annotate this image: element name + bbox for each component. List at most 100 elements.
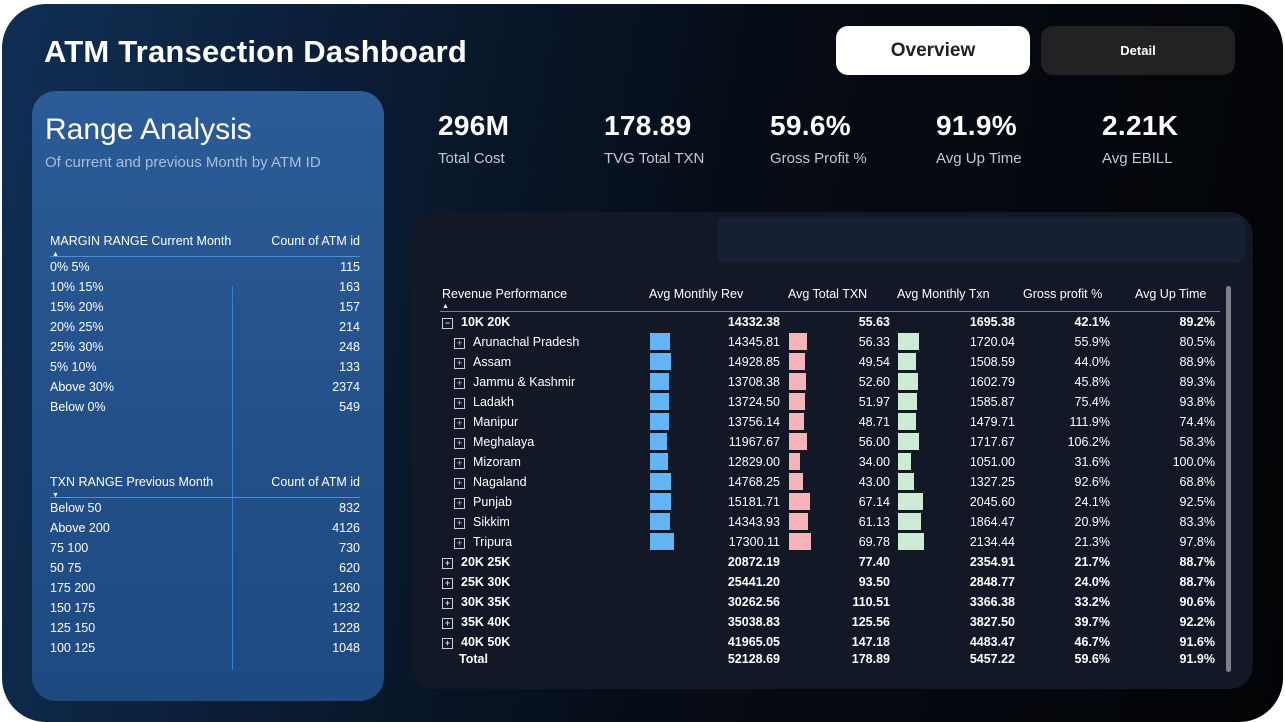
- range-label: 75 100: [50, 541, 89, 555]
- avg-txn-bar: [789, 513, 809, 530]
- range-analysis-panel: Range Analysis Of current and previous M…: [32, 91, 384, 701]
- range-row[interactable]: 75 100 730: [50, 538, 360, 558]
- margin-table-header: MARGIN RANGE Current Month Count of ATM …: [50, 234, 360, 258]
- matrix-child-row[interactable]: + Punjab 15181.71 67.14 2045.60 24.1% 92.5%: [440, 492, 1220, 512]
- expand-icon[interactable]: +: [454, 398, 465, 409]
- expand-icon[interactable]: +: [454, 358, 465, 369]
- txn-count-column-header[interactable]: Count of ATM id: [271, 475, 360, 489]
- avg-total-txn-cell: 67.14: [858, 495, 890, 509]
- range-label: 125 150: [50, 621, 96, 635]
- gross-profit-column-header[interactable]: Gross profit %: [1023, 287, 1102, 301]
- matrix-child-row[interactable]: + Mizoram 12829.00 34.00 1051.00 31.6% 100.0%: [440, 452, 1220, 472]
- row-label: + Arunachal Pradesh: [454, 335, 579, 349]
- range-label: 15% 20%: [50, 300, 104, 314]
- collapse-icon[interactable]: −: [442, 318, 453, 329]
- overview-button[interactable]: Overview: [836, 26, 1030, 75]
- matrix-child-row[interactable]: + Nagaland 14768.25 43.00 1327.25 92.6% 68.8%: [440, 472, 1220, 492]
- range-row[interactable]: 175 200 1260: [50, 578, 360, 598]
- range-count: 133: [339, 360, 360, 374]
- avg-rev-bar: [650, 473, 671, 490]
- avg-total-txn-column-header[interactable]: Avg Total TXN: [788, 287, 867, 301]
- matrix-child-row[interactable]: + Manipur 13756.14 48.71 1479.71 111.9% 74.4%: [440, 412, 1220, 432]
- range-row[interactable]: 25% 30% 248: [50, 337, 360, 357]
- avg-monthly-rev-column-header[interactable]: Avg Monthly Rev: [649, 287, 743, 301]
- expand-icon[interactable]: +: [454, 378, 465, 389]
- expand-icon[interactable]: +: [442, 638, 453, 649]
- margin-count-column-header[interactable]: Count of ATM id: [271, 234, 360, 248]
- range-row[interactable]: 50 75 620: [50, 558, 360, 578]
- expand-icon[interactable]: +: [454, 338, 465, 349]
- avg-monthly-txn-bar: [898, 533, 924, 550]
- avg-rev-bar: [650, 513, 670, 530]
- txn-range-column-header[interactable]: TXN RANGE Previous Month: [50, 475, 213, 489]
- avg-txn-bar: [789, 333, 807, 350]
- range-count: 1232: [332, 601, 360, 615]
- gross-profit-cell: 92.6%: [1074, 475, 1110, 489]
- range-row[interactable]: 15% 20% 157: [50, 297, 360, 317]
- row-label: + Punjab: [454, 495, 512, 509]
- matrix-child-row[interactable]: + Jammu & Kashmir 13708.38 52.60 1602.79 45.8…: [440, 372, 1220, 392]
- expand-icon[interactable]: +: [442, 558, 453, 569]
- avg-monthly-txn-bar: [898, 513, 921, 530]
- range-row[interactable]: 125 150 1228: [50, 618, 360, 638]
- range-row[interactable]: Below 50 832: [50, 498, 360, 518]
- row-name: Nagaland: [473, 475, 527, 489]
- expand-icon[interactable]: +: [454, 458, 465, 469]
- avg-monthly-rev-cell: 17300.11: [728, 535, 780, 549]
- matrix-group-row[interactable]: +30K 35K 30262.56 110.51 3366.38 33.2% 90.6%: [440, 592, 1220, 612]
- avg-monthly-txn-column-header[interactable]: Avg Monthly Txn: [897, 287, 990, 301]
- matrix-group-row[interactable]: +20K 25K 20872.19 77.40 2354.91 21.7% 88.7%: [440, 552, 1220, 572]
- expand-icon[interactable]: +: [454, 478, 465, 489]
- expand-icon[interactable]: +: [454, 438, 465, 449]
- matrix-child-row[interactable]: + Sikkim 14343.93 61.13 1864.47 20.9% 83.3%: [440, 512, 1220, 532]
- avg-monthly-txn-cell: 1602.79: [969, 375, 1015, 389]
- matrix-child-row[interactable]: + Arunachal Pradesh 14345.81 56.33 1720.04 55…: [440, 332, 1220, 352]
- matrix-group-row[interactable]: +40K 50K 41965.05 147.18 4483.47 46.7% 91.6%: [440, 632, 1220, 652]
- avg-monthly-rev-cell: 14343.93: [727, 515, 780, 529]
- matrix-child-row[interactable]: + Ladakh 13724.50 51.97 1585.87 75.4% 93.8%: [440, 392, 1220, 412]
- range-row[interactable]: Above 30% 2374: [50, 377, 360, 397]
- matrix-group-row[interactable]: +35K 40K 35038.83 125.56 3827.50 39.7% 92.2%: [440, 612, 1220, 632]
- detail-button[interactable]: Detail: [1041, 26, 1235, 75]
- avg-rev-bar: [650, 333, 670, 350]
- expand-icon[interactable]: +: [454, 538, 465, 549]
- range-row[interactable]: Below 0% 549: [50, 397, 360, 417]
- range-row[interactable]: 150 175 1232: [50, 598, 360, 618]
- row-name: Total: [459, 652, 488, 666]
- kpi-label: TVG Total TXN: [604, 150, 705, 167]
- gross-profit-cell: 111.9%: [1069, 415, 1110, 429]
- range-row[interactable]: 10% 15% 163: [50, 277, 360, 297]
- expand-icon[interactable]: +: [442, 618, 453, 629]
- expand-icon[interactable]: +: [454, 518, 465, 529]
- matrix-child-row[interactable]: + Meghalaya 11967.67 56.00 1717.67 106.2% 58.3…: [440, 432, 1220, 452]
- matrix-group-row[interactable]: −10K 20K 14332.38 55.63 1695.38 42.1% 89.2%: [440, 312, 1220, 332]
- range-row[interactable]: 100 125 1048: [50, 638, 360, 658]
- avg-monthly-txn-cell: 5457.22: [969, 652, 1015, 666]
- avg-up-time-cell: 88.7%: [1179, 575, 1215, 589]
- expand-icon[interactable]: +: [442, 598, 453, 609]
- margin-range-column-header[interactable]: MARGIN RANGE Current Month: [50, 234, 231, 248]
- range-label: 175 200: [50, 581, 96, 595]
- expand-icon[interactable]: +: [454, 498, 465, 509]
- row-name: Sikkim: [473, 515, 510, 529]
- matrix-scrollbar[interactable]: [1226, 286, 1231, 672]
- avg-up-time-column-header[interactable]: Avg Up Time: [1135, 287, 1206, 301]
- avg-total-txn-cell: 48.71: [858, 415, 890, 429]
- matrix-child-row[interactable]: + Assam 14928.85 49.54 1508.59 44.0% 88.9%: [440, 352, 1220, 372]
- expand-icon[interactable]: +: [454, 418, 465, 429]
- range-row[interactable]: 0% 5% 115: [50, 257, 360, 277]
- row-name: Tripura: [473, 535, 513, 549]
- revenue-performance-column-header[interactable]: Revenue Performance: [442, 287, 567, 301]
- expand-icon[interactable]: +: [442, 578, 453, 589]
- avg-up-time-cell: 58.3%: [1179, 435, 1215, 449]
- avg-monthly-txn-cell: 2848.77: [969, 575, 1015, 589]
- range-row[interactable]: 20% 25% 214: [50, 317, 360, 337]
- avg-total-txn-cell: 125.56: [851, 615, 890, 629]
- matrix-child-row[interactable]: + Tripura 17300.11 69.78 2134.44 21.3% 97.8%: [440, 532, 1220, 552]
- range-row[interactable]: 5% 10% 133: [50, 357, 360, 377]
- range-row[interactable]: Above 200 4126: [50, 518, 360, 538]
- avg-monthly-txn-bar: [898, 453, 911, 470]
- matrix-group-row[interactable]: +25K 30K 25441.20 93.50 2848.77 24.0% 88.7%: [440, 572, 1220, 592]
- range-label: 150 175: [50, 601, 96, 615]
- range-label: 25% 30%: [50, 340, 104, 354]
